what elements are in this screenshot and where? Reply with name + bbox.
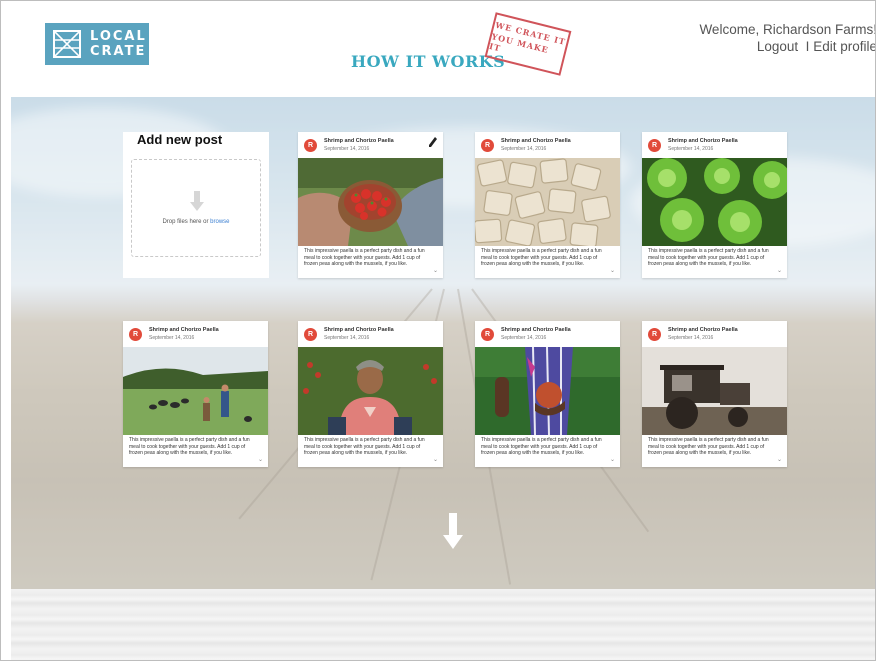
avatar: R — [481, 328, 494, 341]
card-header: R Shrimp and Chorizo Paella September 14… — [298, 132, 443, 158]
logo[interactable]: LOCAL CRATE — [45, 23, 149, 65]
post-excerpt: This impressive paella is a perfect part… — [648, 437, 769, 457]
post-image-apple — [475, 347, 620, 435]
post-excerpt: This impressive paella is a perfect part… — [481, 248, 602, 268]
dropzone-text: Drop files here or browse — [132, 219, 260, 225]
wood-texture-band — [11, 589, 875, 660]
post-excerpt: This impressive paella is a perfect part… — [481, 437, 602, 457]
post-card[interactable]: R Shrimp and Chorizo Paella September 14… — [298, 321, 443, 467]
file-dropzone[interactable]: Drop files here or browse — [131, 159, 261, 257]
logo-line-2: CRATE — [90, 44, 147, 59]
post-date: September 14, 2016 — [501, 335, 547, 341]
chevron-down-icon[interactable]: ⌄ — [433, 456, 438, 463]
drop-files-label: Drop files here or — [162, 219, 209, 225]
post-date: September 14, 2016 — [501, 146, 547, 152]
post-title: Shrimp and Chorizo Paella — [668, 138, 738, 144]
how-it-works-link[interactable]: HOW IT WORKS — [351, 52, 505, 71]
post-date: September 14, 2016 — [149, 335, 195, 341]
post-date: September 14, 2016 — [324, 335, 370, 341]
post-card[interactable]: R Shrimp and Chorizo Paella September 14… — [475, 321, 620, 467]
page-frame: LOCAL CRATE HOW IT WORKS WE CRATE IT YOU… — [0, 0, 876, 661]
post-title: Shrimp and Chorizo Paella — [149, 327, 219, 333]
card-header: R Shrimp and Chorizo Paella September 14… — [298, 321, 443, 347]
avatar: R — [129, 328, 142, 341]
post-title: Shrimp and Chorizo Paella — [501, 138, 571, 144]
card-header: R Shrimp and Chorizo Paella September 14… — [123, 321, 268, 347]
chevron-down-icon[interactable]: ⌄ — [258, 456, 263, 463]
site-header: LOCAL CRATE HOW IT WORKS WE CRATE IT YOU… — [11, 9, 876, 97]
post-title: Shrimp and Chorizo Paella — [668, 327, 738, 333]
avatar: R — [648, 328, 661, 341]
logo-text: LOCAL CRATE — [90, 29, 147, 59]
card-header: R Shrimp and Chorizo Paella September 14… — [475, 321, 620, 347]
card-header: R Shrimp and Chorizo Paella September 14… — [475, 132, 620, 158]
post-date: September 14, 2016 — [668, 335, 714, 341]
post-excerpt: This impressive paella is a perfect part… — [304, 248, 425, 268]
welcome-text: Welcome, Richardson Farms! — [699, 22, 876, 37]
post-excerpt: This impressive paella is a perfect part… — [304, 437, 425, 457]
post-card[interactable]: R Shrimp and Chorizo Paella September 14… — [298, 132, 443, 278]
logo-crate-icon — [53, 30, 81, 58]
user-menu: Welcome, Richardson Farms! Logout I Edit… — [699, 21, 876, 55]
add-post-title: Add new post — [137, 132, 223, 147]
chevron-down-icon[interactable]: ⌄ — [610, 267, 615, 274]
post-card[interactable]: R Shrimp and Chorizo Paella September 14… — [642, 321, 787, 467]
avatar: R — [648, 139, 661, 152]
post-excerpt: This impressive paella is a perfect part… — [129, 437, 250, 457]
post-image-farmer — [298, 347, 443, 435]
chevron-down-icon[interactable]: ⌄ — [433, 267, 438, 274]
chevron-down-icon[interactable]: ⌄ — [777, 456, 782, 463]
edit-profile-link[interactable]: Edit profile — [813, 39, 875, 54]
logo-line-1: LOCAL — [90, 29, 147, 44]
post-image-ravioli — [475, 158, 620, 246]
scroll-down-arrow-icon[interactable] — [443, 513, 463, 549]
browse-link[interactable]: browse — [210, 219, 229, 225]
avatar: R — [304, 139, 317, 152]
chevron-down-icon[interactable]: ⌄ — [777, 267, 782, 274]
logout-link[interactable]: Logout — [757, 39, 798, 54]
post-title: Shrimp and Chorizo Paella — [324, 327, 394, 333]
post-card[interactable]: R Shrimp and Chorizo Paella September 14… — [123, 321, 268, 467]
avatar: R — [304, 328, 317, 341]
edit-pencil-icon[interactable] — [429, 137, 437, 147]
post-card[interactable]: R Shrimp and Chorizo Paella September 14… — [642, 132, 787, 278]
post-excerpt: This impressive paella is a perfect part… — [648, 248, 769, 268]
post-title: Shrimp and Chorizo Paella — [324, 138, 394, 144]
post-image-tomatoes — [298, 158, 443, 246]
post-title: Shrimp and Chorizo Paella — [501, 327, 571, 333]
post-card[interactable]: R Shrimp and Chorizo Paella September 14… — [475, 132, 620, 278]
post-image-farm-field — [123, 347, 268, 435]
post-image-lettuce — [642, 158, 787, 246]
chevron-down-icon[interactable]: ⌄ — [610, 456, 615, 463]
post-date: September 14, 2016 — [324, 146, 370, 152]
avatar: R — [481, 139, 494, 152]
card-header: R Shrimp and Chorizo Paella September 14… — [642, 132, 787, 158]
link-separator: I — [805, 39, 810, 54]
post-date: September 14, 2016 — [668, 146, 714, 152]
add-post-card: Add new post Drop files here or browse — [123, 132, 269, 278]
card-header: R Shrimp and Chorizo Paella September 14… — [642, 321, 787, 347]
post-image-tractor — [642, 347, 787, 435]
upload-arrow-icon — [190, 191, 204, 211]
